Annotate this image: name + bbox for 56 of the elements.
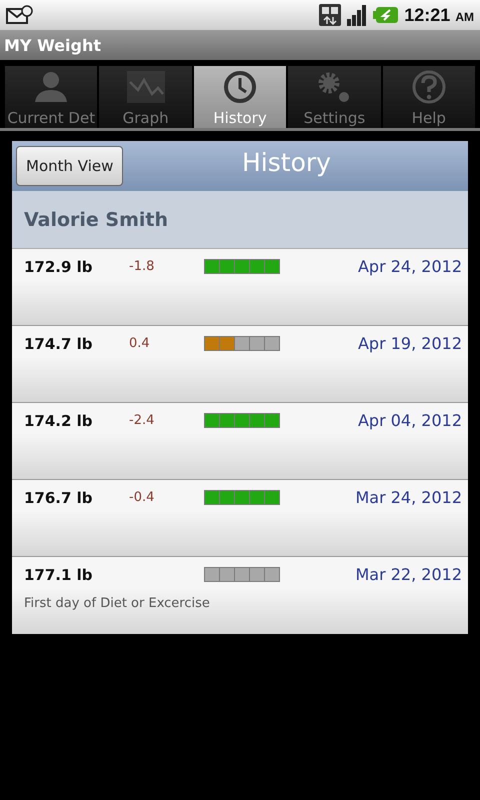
rating-segment [250,337,264,350]
rating-segment [265,260,279,273]
month-view-button[interactable]: Month View [16,146,124,186]
rating-segment [220,414,234,427]
network-3g-icon [319,4,342,26]
history-row[interactable]: 177.1 lb Mar 22, 2012 First day of Diet or Excercise [12,557,468,634]
header-title: History [242,148,332,177]
weight-value: 174.2 lb [24,412,94,430]
history-row[interactable]: 172.9 lb -1.8 Apr 24, 2012 [12,249,468,326]
tab[interactable]: Settings [288,66,381,128]
rating-segment [235,260,249,273]
weight-value: 177.1 lb [24,566,94,584]
email-notification-icon [6,5,34,25]
history-row[interactable]: 174.2 lb -2.4 Apr 04, 2012 [12,403,468,480]
history-row[interactable]: 174.7 lb 0.4 Apr 19, 2012 [12,326,468,403]
tab[interactable]: Graph [99,66,192,128]
rating-segment [220,568,234,581]
weight-value: 176.7 lb [24,488,94,506]
rating-segment [250,260,264,273]
rating-segment [265,491,279,504]
signal-strength-icon [346,4,368,26]
rating-segment [265,568,279,581]
clock-time: 12:21 [404,4,450,26]
rating-segment [265,337,279,350]
app-title: MY Weight [4,36,101,54]
entry-date: Apr 19, 2012 [358,334,462,353]
entry-date: Apr 24, 2012 [358,257,462,276]
graph-icon [126,70,166,104]
weight-change: -0.4 [129,490,154,505]
tab[interactable]: Help [382,66,476,128]
history-row[interactable]: 176.7 lb -0.4 Mar 24, 2012 [12,480,468,557]
rating-segment [220,260,234,273]
entry-note: First day of Diet or Excercise [24,596,211,611]
weight-change: -2.4 [129,413,154,428]
weight-change: -1.8 [129,259,154,274]
user-name: Valorie Smith [24,208,168,230]
rating-segment [250,414,264,427]
weight-change: 0.4 [129,336,150,351]
entry-date: Mar 22, 2012 [355,565,462,584]
rating-segment [235,568,249,581]
entry-date: Apr 04, 2012 [358,411,462,430]
rating-segment [235,491,249,504]
rating-segment [235,337,249,350]
rating-segment [220,491,234,504]
rating-segment [265,414,279,427]
battery-charging-icon [373,6,400,24]
rating-segment [205,568,219,581]
clock-meridiem: AM [455,10,474,24]
rating-segment [250,491,264,504]
weight-value: 174.7 lb [24,334,94,352]
rating-segment [235,414,249,427]
weight-value: 172.9 lb [24,258,94,276]
tab[interactable]: Current Det [5,66,98,128]
rating-segment [250,568,264,581]
entry-date: Mar 24, 2012 [355,488,462,507]
rating-segment [220,337,234,350]
